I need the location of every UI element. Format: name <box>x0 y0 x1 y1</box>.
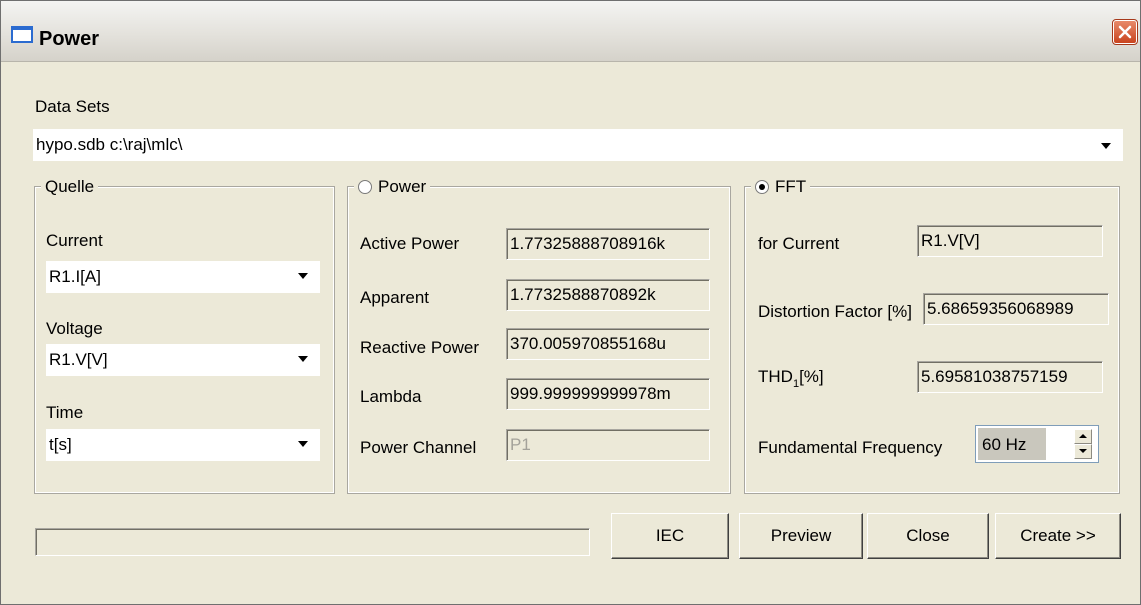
title-bar[interactable]: Power <box>1 1 1140 62</box>
voltage-combobox[interactable]: R1.V[V] <box>46 344 320 376</box>
voltage-label: Voltage <box>46 319 103 338</box>
lambda-label: Lambda <box>360 387 422 406</box>
current-combobox[interactable]: R1.I[A] <box>46 261 320 293</box>
time-dropdown-icon[interactable] <box>298 441 308 447</box>
fft-legend[interactable]: FFT <box>751 177 811 197</box>
current-dropdown-icon[interactable] <box>298 273 308 279</box>
time-combobox[interactable]: t[s] <box>46 429 320 461</box>
distortion-factor-value: 5.68659356068989 <box>923 293 1109 325</box>
power-radio[interactable] <box>358 180 372 194</box>
time-label: Time <box>46 403 84 422</box>
window-title: Power <box>39 28 100 50</box>
voltage-dropdown-icon[interactable] <box>298 356 308 362</box>
datasets-label: Data Sets <box>35 97 110 116</box>
fundamental-frequency-spinner[interactable]: 60 Hz <box>975 425 1099 463</box>
current-value: R1.I[A] <box>49 267 101 286</box>
close-button[interactable]: Close <box>867 513 989 559</box>
fft-radio-label: FFT <box>775 177 807 196</box>
spin-up-icon <box>1079 434 1087 438</box>
distortion-factor-label: Distortion Factor [%] <box>758 302 912 321</box>
reactive-power-value: 370.005970855168u <box>506 328 710 360</box>
thd-label: THD1[%] <box>758 367 824 390</box>
power-legend[interactable]: Power <box>354 177 431 197</box>
thd-value: 5.69581038757159 <box>917 361 1103 393</box>
datasets-value: hypo.sdb c:\raj\mlc\ <box>36 135 183 154</box>
fundamental-frequency-value[interactable]: 60 Hz <box>978 428 1046 460</box>
close-icon <box>1118 25 1132 39</box>
create-button[interactable]: Create >> <box>995 513 1121 559</box>
time-value: t[s] <box>49 435 72 454</box>
apparent-value: 1.7732588870892k <box>506 279 710 311</box>
voltage-value: R1.V[V] <box>49 350 108 369</box>
datasets-combobox[interactable]: hypo.sdb c:\raj\mlc\ <box>33 129 1123 161</box>
fundamental-frequency-label: Fundamental Frequency <box>758 438 943 457</box>
for-current-label: for Current <box>758 234 840 253</box>
power-channel-field[interactable]: P1 <box>506 429 710 461</box>
apparent-label: Apparent <box>360 288 429 307</box>
preview-button[interactable]: Preview <box>739 513 863 559</box>
for-current-value: R1.V[V] <box>917 225 1103 257</box>
lambda-value: 999.999999999978m <box>506 378 710 410</box>
window-icon <box>11 26 33 43</box>
close-window-button[interactable] <box>1112 19 1138 45</box>
thd-label-end: [%] <box>799 367 824 386</box>
iec-button[interactable]: IEC <box>611 513 729 559</box>
progress-bar <box>35 528 590 556</box>
spin-down-icon <box>1079 449 1087 453</box>
active-power-label: Active Power <box>360 234 460 253</box>
datasets-dropdown-icon[interactable] <box>1101 143 1111 149</box>
reactive-power-label: Reactive Power <box>360 338 480 357</box>
fft-radio[interactable] <box>755 180 769 194</box>
quelle-legend: Quelle <box>41 177 99 197</box>
thd-label-main: THD <box>758 367 793 386</box>
spin-up-button[interactable] <box>1074 429 1092 444</box>
current-label: Current <box>46 231 103 250</box>
spin-down-button[interactable] <box>1074 444 1092 459</box>
power-channel-label: Power Channel <box>360 438 477 457</box>
power-radio-label: Power <box>378 177 427 196</box>
power-dialog: Power Data Sets hypo.sdb c:\raj\mlc\ Que… <box>0 0 1141 605</box>
active-power-value: 1.77325888708916k <box>506 228 710 260</box>
